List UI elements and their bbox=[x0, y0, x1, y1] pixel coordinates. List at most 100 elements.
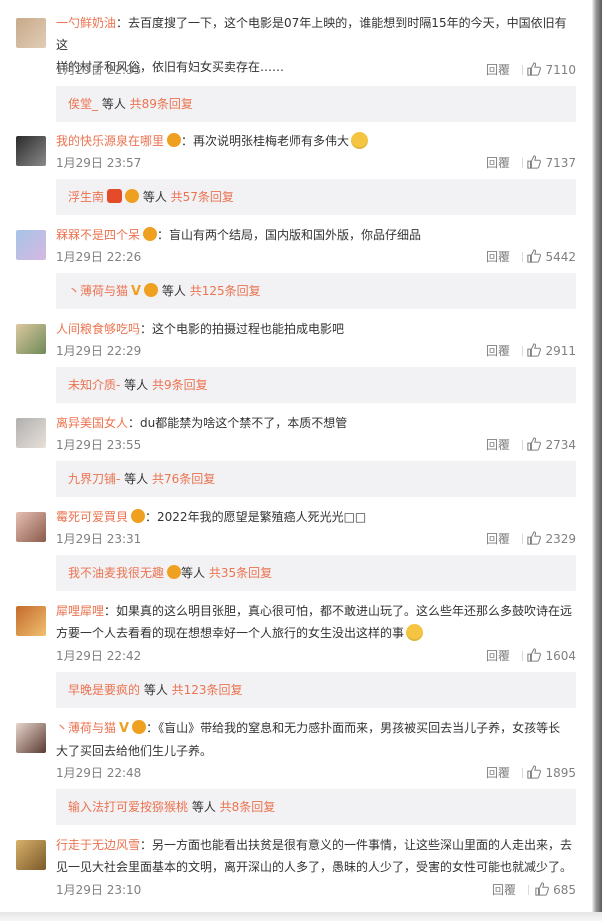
comment-text: 丶薄荷与猫 V ：《盲山》带给我的窒息和无力感扑面而来，男孩被买回去当儿子养，女孩等… bbox=[56, 717, 576, 762]
avatar[interactable] bbox=[16, 723, 46, 753]
divider bbox=[522, 440, 523, 450]
sub-reply-user[interactable]: 俟堂_ bbox=[68, 97, 98, 111]
sub-reply-user[interactable]: 早晚是要疯的 bbox=[68, 683, 140, 697]
comment-username[interactable]: 犀哩犀哩 bbox=[56, 604, 104, 618]
divider bbox=[522, 346, 523, 356]
sub-reply-mid: 等人 bbox=[120, 378, 152, 392]
sub-replies[interactable]: 早晚是要疯的 等人 共123条回复 bbox=[56, 672, 576, 708]
sub-reply-count[interactable]: 共35条回复 bbox=[209, 566, 272, 580]
comment-date: 1月29日 23:57 bbox=[56, 156, 142, 170]
comment-body-line2: 见一见大社会里面基本的文明，离开深山的人多了，愚昧的人少了，受害的女性可能也就减… bbox=[56, 860, 573, 874]
comment-username[interactable]: 人间粮食够吃吗 bbox=[56, 322, 140, 336]
like-count: 1895 bbox=[545, 766, 576, 780]
sub-reply-count[interactable]: 共123条回复 bbox=[172, 683, 243, 697]
comment-date: 1月29日 23:55 bbox=[56, 438, 142, 452]
comment-username[interactable]: 离异美国女人 bbox=[56, 416, 128, 430]
sub-reply-count[interactable]: 共57条回复 bbox=[171, 190, 234, 204]
avatar[interactable] bbox=[16, 512, 46, 542]
comment-meta: 1月29日 22:48 回覆 1895 bbox=[56, 763, 576, 783]
like-button[interactable]: 5442 bbox=[527, 247, 576, 267]
thumbs-up-icon bbox=[527, 765, 542, 779]
comment-text: 霉死可爱買貝 ：2022年我的愿望是繁殖癌人死光光□□ bbox=[56, 509, 367, 524]
comment-body: 再次说明张桂梅老师有多伟大 bbox=[193, 134, 350, 148]
fan-badge-icon bbox=[131, 509, 146, 523]
avatar[interactable] bbox=[16, 324, 46, 354]
like-button[interactable]: 2734 bbox=[527, 435, 576, 455]
thumbs-up-icon bbox=[527, 437, 542, 451]
avatar[interactable] bbox=[16, 418, 46, 448]
sub-reply-count[interactable]: 共76条回复 bbox=[152, 472, 215, 486]
fan-badge-icon bbox=[143, 227, 158, 241]
comment-body: 盲山有两个结局，国内版和国外版，你品仔细品 bbox=[169, 228, 422, 242]
sub-replies[interactable]: 浮生南 等人 共57条回复 bbox=[56, 179, 576, 215]
sub-reply-user[interactable]: 我不油麦我很无趣 bbox=[68, 566, 164, 580]
fan-badge-icon bbox=[125, 189, 140, 203]
comment-username[interactable]: 丶薄荷与猫 bbox=[56, 721, 116, 735]
comment-meta: 1月29日 23:10 回覆 685 bbox=[56, 880, 576, 900]
comment-date: 1月29日 22:29 bbox=[56, 344, 142, 358]
comment-meta: 1月29日 22:26 回覆 5442 bbox=[56, 247, 576, 267]
like-button[interactable]: 685 bbox=[535, 880, 576, 900]
sub-reply-user[interactable]: 丶薄荷与猫 bbox=[68, 284, 128, 298]
avatar[interactable] bbox=[16, 18, 46, 48]
sub-reply-user[interactable]: 浮生南 bbox=[68, 190, 104, 204]
like-count: 7137 bbox=[545, 156, 576, 170]
sub-reply-count[interactable]: 共9条回复 bbox=[152, 378, 208, 392]
sub-replies[interactable]: 我不油麦我很无趣 等人 共35条回复 bbox=[56, 555, 576, 591]
divider bbox=[522, 252, 523, 262]
comment-body: 2022年我的愿望是繁殖癌人死光光□□ bbox=[157, 510, 367, 524]
reply-button[interactable]: 回覆 bbox=[486, 763, 510, 783]
reply-button[interactable]: 回覆 bbox=[486, 153, 510, 173]
comment-date: 1月29日 23:31 bbox=[56, 532, 142, 546]
sub-replies[interactable]: 输入法打可爱按猕猴桃 等人 共8条回复 bbox=[56, 789, 576, 825]
comment-username[interactable]: 槑槑不是四个呆 bbox=[56, 228, 140, 242]
sub-replies[interactable]: 俟堂_ 等人 共89条回复 bbox=[56, 86, 576, 122]
comment-username[interactable]: 霉死可爱買貝 bbox=[56, 510, 128, 524]
comment-date: 1月29日 22:48 bbox=[56, 766, 142, 780]
sub-replies[interactable]: 未知介质- 等人 共9条回复 bbox=[56, 367, 576, 403]
sub-replies[interactable]: 九界刀铺- 等人 共76条回复 bbox=[56, 461, 576, 497]
comment-body: 去百度搜了一下，这个电影是07年上映的，谁能想到时隔15年的今天，中国依旧有这 bbox=[56, 16, 567, 52]
reply-button[interactable]: 回覆 bbox=[486, 247, 510, 267]
sub-reply-count[interactable]: 共125条回复 bbox=[190, 284, 261, 298]
like-count: 5442 bbox=[545, 250, 576, 264]
vip-badge-icon bbox=[107, 189, 123, 203]
sub-reply-count[interactable]: 共89条回复 bbox=[130, 97, 193, 111]
comment-meta: 1月29日 22:42 回覆 1604 bbox=[56, 646, 576, 666]
like-button[interactable]: 2911 bbox=[527, 341, 576, 361]
comment-date: 1月29日 22:26 bbox=[56, 250, 142, 264]
reply-button[interactable]: 回覆 bbox=[486, 435, 510, 455]
reply-button[interactable]: 回覆 bbox=[486, 646, 510, 666]
like-count: 1604 bbox=[545, 649, 576, 663]
reply-button[interactable]: 回覆 bbox=[492, 880, 516, 900]
comment-username[interactable]: 一勺鲜奶油 bbox=[56, 16, 116, 30]
like-button[interactable]: 7137 bbox=[527, 153, 576, 173]
avatar[interactable] bbox=[16, 230, 46, 260]
avatar[interactable] bbox=[16, 136, 46, 166]
reply-button[interactable]: 回覆 bbox=[486, 60, 510, 80]
thumbs-up-icon bbox=[527, 343, 542, 357]
thumbs-up-icon bbox=[535, 882, 550, 896]
sub-reply-count[interactable]: 共8条回复 bbox=[220, 800, 276, 814]
comment-username[interactable]: 我的快乐源泉在哪里 bbox=[56, 134, 164, 148]
like-count: 685 bbox=[553, 883, 576, 897]
like-button[interactable]: 1895 bbox=[527, 763, 576, 783]
thumbs-up-icon bbox=[527, 62, 542, 76]
like-button[interactable]: 2329 bbox=[527, 529, 576, 549]
reply-button[interactable]: 回覆 bbox=[486, 529, 510, 549]
avatar[interactable] bbox=[16, 606, 46, 636]
sub-reply-user[interactable]: 输入法打可爱按猕猴桃 bbox=[68, 800, 188, 814]
sub-reply-user[interactable]: 未知介质- bbox=[68, 378, 120, 392]
comment-text: 我的快乐源泉在哪里 ：再次说明张桂梅老师有多伟大 bbox=[56, 130, 576, 152]
like-button[interactable]: 1604 bbox=[527, 646, 576, 666]
comment-body-line2: 方要一个人去看看的现在想想幸好一个人旅行的女生没出这样的事 bbox=[56, 626, 405, 640]
sub-replies[interactable]: 丶薄荷与猫 V 等人 共125条回复 bbox=[56, 273, 576, 309]
like-button[interactable]: 7110 bbox=[527, 60, 576, 80]
comment-body: 《盲山》带给我的窒息和无力感扑面而来，男孩被买回去当儿子养，女孩等长 bbox=[158, 721, 561, 735]
sub-reply-user[interactable]: 九界刀铺- bbox=[68, 472, 120, 486]
comment-username[interactable]: 行走于无边风雪 bbox=[56, 838, 140, 852]
avatar[interactable] bbox=[16, 840, 46, 870]
reply-button[interactable]: 回覆 bbox=[486, 341, 510, 361]
verified-icon: V bbox=[119, 721, 130, 736]
emoji-icon bbox=[406, 624, 424, 641]
